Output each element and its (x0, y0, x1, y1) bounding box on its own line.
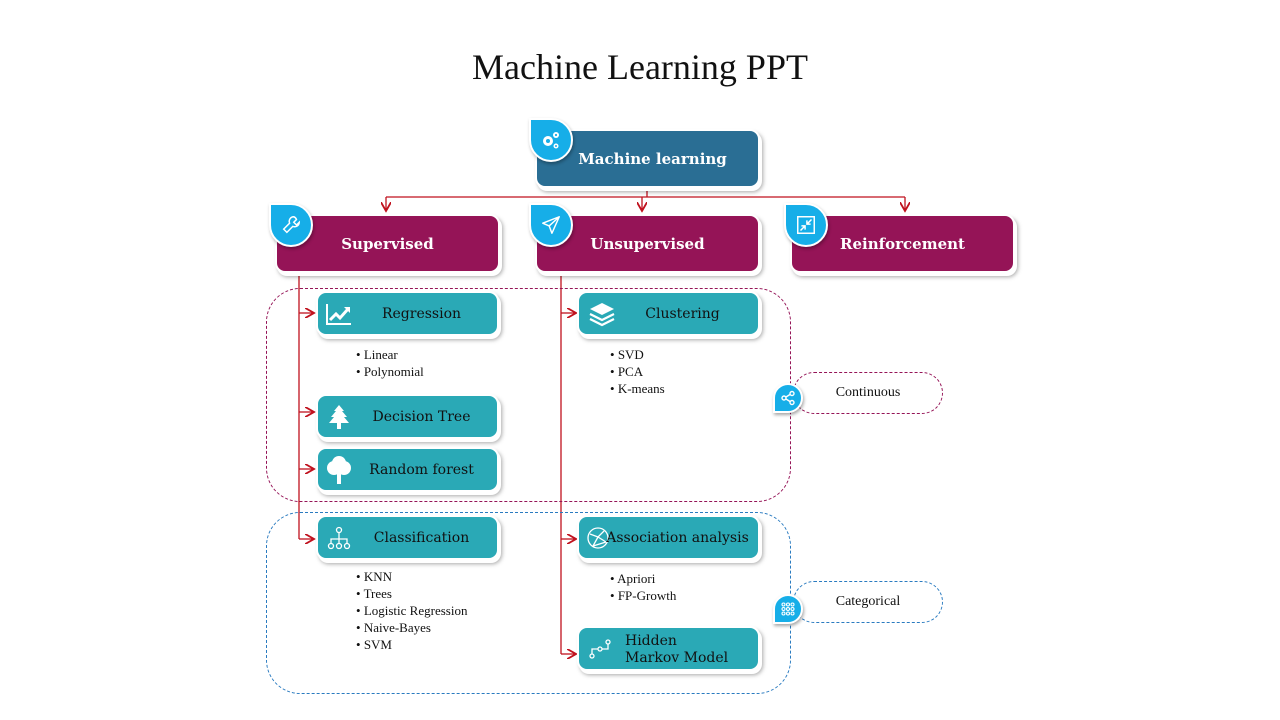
classification-list: KNN Trees Logistic Regression Naive-Baye… (356, 568, 468, 653)
algo-classification[interactable]: Classification (316, 515, 499, 560)
algo-label: Random forest (369, 461, 474, 478)
path-nodes-icon (585, 634, 615, 664)
legend-continuous: Continuous (793, 372, 943, 414)
list-item: K-means (610, 380, 665, 397)
paper-plane-icon (529, 203, 573, 247)
category-label: Supervised (341, 234, 434, 253)
list-item: Apriori (610, 570, 676, 587)
list-item: Trees (356, 585, 467, 602)
legend-categorical: Categorical (793, 581, 943, 623)
algo-regression[interactable]: Regression (316, 291, 499, 336)
algo-label: Regression (381, 305, 462, 322)
algo-random-forest[interactable]: Random forest (316, 447, 499, 492)
algo-label: Classification (373, 529, 470, 546)
list-item: SVM (356, 636, 467, 653)
legend-label: Continuous (835, 385, 901, 400)
category-label: Reinforcement (840, 234, 965, 253)
hmm-line-2: Markov Model (625, 650, 729, 666)
wrench-icon (269, 203, 313, 247)
algo-label: Hidden Markov Model (625, 633, 728, 667)
regression-list: Linear Polynomial (356, 346, 424, 380)
clustering-list: SVD PCA K-means (610, 346, 665, 397)
algo-label: Decision Tree (372, 408, 471, 425)
algo-association-analysis[interactable]: Association analysis (577, 515, 760, 560)
algo-label: Clustering (645, 305, 720, 322)
root-label: Machine learning (578, 149, 727, 168)
legend-label: Categorical (835, 594, 901, 609)
dot-grid-icon (773, 594, 803, 624)
list-item: SVD (610, 346, 665, 363)
algo-label: Association analysis (606, 529, 749, 546)
share-icon (773, 383, 803, 413)
list-item: Logistic Regression (356, 602, 468, 619)
association-list: Apriori FP-Growth (610, 570, 676, 604)
hmm-line-1: Hidden (625, 633, 677, 649)
algo-hidden-markov-model[interactable]: Hidden Markov Model (577, 626, 760, 671)
list-item: Linear (356, 346, 424, 363)
collapse-arrows-icon (784, 203, 828, 247)
list-item: Naive-Bayes (356, 619, 467, 636)
algo-clustering[interactable]: Clustering (577, 291, 760, 336)
gears-icon (529, 118, 573, 162)
list-item: KNN (356, 568, 467, 585)
algo-decision-tree[interactable]: Decision Tree (316, 394, 499, 439)
category-label: Unsupervised (590, 234, 705, 253)
list-item: FP-Growth (610, 587, 677, 604)
list-item: PCA (610, 363, 665, 380)
list-item: Polynomial (356, 363, 424, 380)
